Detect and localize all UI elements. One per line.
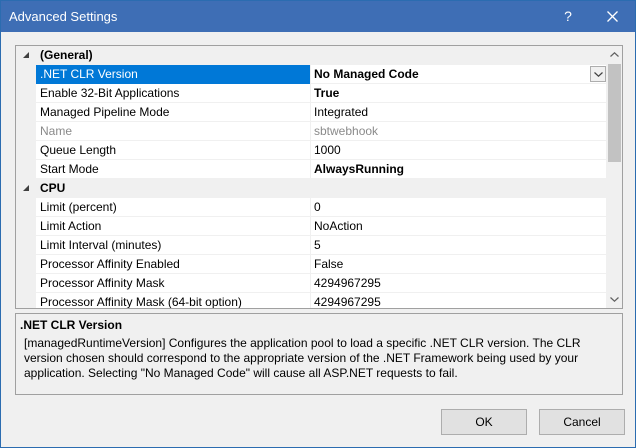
property-value[interactable]: False xyxy=(311,255,606,274)
row-gutter xyxy=(16,255,36,274)
dialog-title: Advanced Settings xyxy=(9,9,118,24)
property-name: Queue Length xyxy=(36,141,311,160)
vertical-scrollbar[interactable] xyxy=(606,46,622,308)
property-value[interactable]: No Managed Code xyxy=(311,65,606,84)
property-name: Managed Pipeline Mode xyxy=(36,103,311,122)
scroll-up-button[interactable] xyxy=(606,46,622,63)
row-gutter xyxy=(16,236,36,255)
property-row[interactable]: Enable 32-Bit Applications True xyxy=(16,84,606,103)
property-value[interactable]: Integrated xyxy=(311,103,606,122)
property-row[interactable]: Limit (percent) 0 xyxy=(16,198,606,217)
row-gutter xyxy=(16,293,36,308)
property-name: Limit (percent) xyxy=(36,198,311,217)
property-grid-rows: (General) .NET CLR Version No Managed Code… xyxy=(16,46,606,308)
chevron-down-icon xyxy=(610,297,619,302)
property-value[interactable]: AlwaysRunning xyxy=(311,160,606,179)
category-row[interactable]: (General) xyxy=(16,46,606,65)
property-name: Limit Action xyxy=(36,217,311,236)
property-value[interactable]: True xyxy=(311,84,606,103)
chevron-up-icon xyxy=(610,52,619,57)
property-row[interactable]: .NET CLR Version No Managed Code xyxy=(16,65,606,84)
title-bar: Advanced Settings ? xyxy=(1,1,635,32)
row-gutter[interactable] xyxy=(16,179,36,198)
scrollbar-thumb[interactable] xyxy=(608,64,621,162)
row-gutter xyxy=(16,217,36,236)
property-name: Processor Affinity Mask (64-bit option) xyxy=(36,293,311,308)
row-gutter xyxy=(16,198,36,217)
property-name: Limit Interval (minutes) xyxy=(36,236,311,255)
property-row[interactable]: Limit Interval (minutes) 5 xyxy=(16,236,606,255)
property-grid[interactable]: (General) .NET CLR Version No Managed Code… xyxy=(15,45,623,309)
row-gutter xyxy=(16,122,36,141)
description-panel: .NET CLR Version [managedRuntimeVersion]… xyxy=(15,313,623,395)
close-icon xyxy=(607,11,618,22)
row-gutter xyxy=(16,274,36,293)
row-gutter[interactable] xyxy=(16,46,36,65)
row-gutter xyxy=(16,141,36,160)
category-label: CPU xyxy=(40,181,66,195)
property-value[interactable]: 1000 xyxy=(311,141,606,160)
property-name: Name xyxy=(36,122,311,141)
property-name: Processor Affinity Enabled xyxy=(36,255,311,274)
property-value[interactable]: sbtwebhook xyxy=(311,122,606,141)
row-gutter xyxy=(16,160,36,179)
property-row[interactable]: Managed Pipeline Mode Integrated xyxy=(16,103,606,122)
row-gutter xyxy=(16,103,36,122)
property-row[interactable]: Limit Action NoAction xyxy=(16,217,606,236)
value-dropdown-button[interactable] xyxy=(590,66,606,82)
property-row[interactable]: Queue Length 1000 xyxy=(16,141,606,160)
property-name: Enable 32-Bit Applications xyxy=(36,84,311,103)
row-gutter xyxy=(16,65,36,84)
description-text: [managedRuntimeVersion] Configures the a… xyxy=(24,336,581,380)
property-name: Start Mode xyxy=(36,160,311,179)
property-row[interactable]: Processor Affinity Enabled False xyxy=(16,255,606,274)
close-button[interactable] xyxy=(591,1,635,32)
chevron-down-icon xyxy=(594,72,603,77)
description-title: .NET CLR Version xyxy=(20,318,123,332)
category-label: (General) xyxy=(40,48,93,62)
scroll-down-button[interactable] xyxy=(606,291,622,308)
property-value[interactable]: 5 xyxy=(311,236,606,255)
collapse-triangle-icon xyxy=(23,185,29,191)
property-name: Processor Affinity Mask xyxy=(36,274,311,293)
property-value[interactable]: 4294967295 xyxy=(311,274,606,293)
property-row[interactable]: Name sbtwebhook xyxy=(16,122,606,141)
help-button[interactable]: ? xyxy=(553,1,583,32)
row-gutter xyxy=(16,84,36,103)
collapse-triangle-icon xyxy=(23,52,29,58)
property-value[interactable]: 0 xyxy=(311,198,606,217)
property-row[interactable]: Processor Affinity Mask 4294967295 xyxy=(16,274,606,293)
property-row[interactable]: Processor Affinity Mask (64-bit option) 4… xyxy=(16,293,606,308)
property-value[interactable]: 4294967295 xyxy=(311,293,606,308)
property-name: .NET CLR Version xyxy=(36,65,311,84)
property-row[interactable]: Start Mode AlwaysRunning xyxy=(16,160,606,179)
category-row[interactable]: CPU xyxy=(16,179,606,198)
cancel-button[interactable]: Cancel xyxy=(539,409,625,435)
property-value[interactable]: NoAction xyxy=(311,217,606,236)
advanced-settings-dialog: Advanced Settings ? (General) .NET CLR Ve… xyxy=(0,0,636,448)
ok-button[interactable]: OK xyxy=(441,409,527,435)
